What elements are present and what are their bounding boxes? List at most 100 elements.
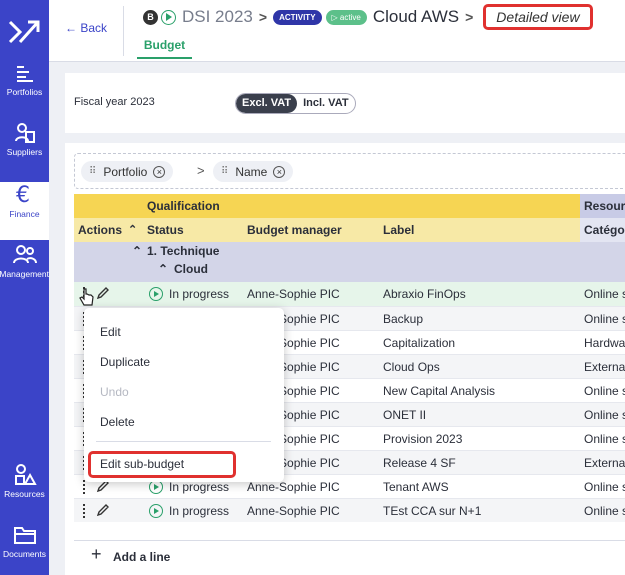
category-cell: Hardwa bbox=[584, 336, 625, 350]
category-cell: Externa bbox=[584, 456, 625, 470]
menu-item-delete[interactable]: Delete bbox=[100, 415, 135, 429]
breadcrumb-project[interactable]: DSI 2023 bbox=[182, 7, 253, 27]
label-cell[interactable]: New Capital Analysis bbox=[383, 379, 495, 403]
budget-manager-cell: Anne-Sophie PIC bbox=[247, 287, 340, 301]
resource-header: Resourc bbox=[580, 194, 625, 218]
excl-vat-option[interactable]: Excl. VAT bbox=[236, 94, 298, 113]
close-icon[interactable]: × bbox=[273, 165, 286, 178]
folder-icon bbox=[13, 527, 36, 544]
category-cell: Online s bbox=[584, 287, 625, 301]
label-cell[interactable]: Cloud Ops bbox=[383, 355, 440, 379]
status-cell: In progress bbox=[169, 287, 230, 301]
qualification-header: Qualification bbox=[147, 199, 220, 213]
group-chip-label: Name bbox=[235, 164, 268, 179]
table-row[interactable]: In progress Anne-Sophie PIC TEst CCA sur N… bbox=[74, 498, 625, 522]
vat-toggle: Excl. VAT Incl. VAT bbox=[235, 93, 356, 114]
svg-text:€: € bbox=[16, 183, 30, 206]
management-icon bbox=[12, 245, 37, 264]
table-group-header: Qualification Resourc bbox=[74, 194, 625, 218]
status-cell: In progress bbox=[169, 504, 230, 518]
group-chip-label: Portfolio bbox=[103, 164, 148, 179]
category-cell: Online s bbox=[584, 312, 625, 326]
hand-cursor-icon bbox=[79, 288, 94, 306]
label-cell[interactable]: Tenant AWS bbox=[383, 475, 449, 499]
add-line-button[interactable]: + Add a line bbox=[74, 540, 625, 570]
label-cell[interactable]: Capitalization bbox=[383, 331, 455, 355]
sidebar-item-label: Management bbox=[0, 269, 49, 279]
label-cell[interactable]: Release 4 SF bbox=[383, 451, 456, 475]
label-cell[interactable]: Backup bbox=[383, 307, 423, 331]
edit-pencil-icon[interactable] bbox=[96, 503, 110, 520]
label-cell[interactable]: ONET II bbox=[383, 403, 426, 427]
portfolio-icon bbox=[16, 66, 33, 82]
column-header-actions: Actions bbox=[78, 223, 123, 237]
column-header-category[interactable]: Catégor bbox=[580, 218, 625, 242]
table-row[interactable]: In progress Anne-Sophie PIC Abraxio FinOps… bbox=[74, 282, 625, 306]
row-context-menu: Edit Duplicate Undo Delete Edit sub-budg… bbox=[84, 308, 284, 482]
column-header-budget-manager[interactable]: Budget manager bbox=[247, 218, 342, 242]
category-cell: Online s bbox=[584, 504, 625, 518]
category-cell: Online s bbox=[584, 384, 625, 398]
chevron-right-icon: > bbox=[258, 9, 268, 25]
sidebar-item-label: Finance bbox=[9, 209, 40, 219]
incl-vat-option[interactable]: Incl. VAT bbox=[297, 94, 354, 113]
group-chip-name[interactable]: ⠿ Name × bbox=[213, 161, 294, 182]
group-chip-portfolio[interactable]: ⠿ Portfolio × bbox=[81, 161, 174, 182]
logo-icon bbox=[8, 20, 40, 44]
menu-item-duplicate[interactable]: Duplicate bbox=[100, 355, 150, 369]
play-icon bbox=[149, 504, 163, 518]
tab-budget[interactable]: Budget bbox=[137, 35, 192, 59]
menu-item-edit[interactable]: Edit bbox=[100, 325, 121, 339]
menu-item-undo: Undo bbox=[100, 385, 129, 399]
breadcrumb-item[interactable]: Cloud AWS bbox=[373, 7, 459, 27]
sidebar-item-resources[interactable]: Resources bbox=[0, 462, 49, 520]
play-icon bbox=[149, 287, 163, 301]
drag-handle-icon[interactable]: ⠿ bbox=[221, 166, 228, 177]
label-cell[interactable]: Provision 2023 bbox=[383, 427, 462, 451]
fiscal-bar: Fiscal year 2023 Excl. VAT Incl. VAT bbox=[65, 73, 625, 133]
sidebar-item-label: Documents bbox=[3, 549, 46, 559]
breadcrumb: B DSI 2023 > ACTIVITY ▷ active Cloud AWS… bbox=[143, 4, 593, 30]
close-icon[interactable]: × bbox=[153, 165, 166, 178]
add-line-label: Add a line bbox=[113, 550, 171, 564]
edit-pencil-icon[interactable] bbox=[96, 286, 110, 303]
chevron-up-icon[interactable]: ⌃ bbox=[132, 239, 142, 263]
suppliers-icon bbox=[14, 123, 35, 143]
sidebar-item-suppliers[interactable]: Suppliers bbox=[0, 122, 49, 180]
page-header: ← Back B DSI 2023 > ACTIVITY ▷ active Cl… bbox=[49, 0, 625, 62]
plus-icon: + bbox=[91, 544, 102, 564]
header-divider bbox=[123, 6, 124, 56]
menu-divider bbox=[96, 441, 271, 442]
fiscal-year-label: Fiscal year 2023 bbox=[74, 96, 155, 108]
sidebar-item-portfolios[interactable]: Portfolios bbox=[0, 62, 49, 120]
sidebar: Portfolios Suppliers € Finance Managemen… bbox=[0, 0, 49, 575]
drag-handle-icon[interactable]: ⠿ bbox=[89, 166, 96, 177]
category-cell: Online s bbox=[584, 408, 625, 422]
sidebar-item-documents[interactable]: Documents bbox=[0, 524, 49, 575]
breadcrumb-detailed-view: Detailed view bbox=[483, 4, 593, 30]
budget-type-badge: B bbox=[143, 9, 158, 25]
menu-item-edit-sub-budget[interactable]: Edit sub-budget bbox=[100, 457, 184, 471]
sidebar-item-label: Resources bbox=[4, 489, 45, 499]
chevron-right-icon: > bbox=[197, 163, 205, 178]
sidebar-item-finance[interactable]: € Finance bbox=[0, 182, 49, 240]
label-cell[interactable]: Abraxio FinOps bbox=[383, 282, 466, 306]
chevron-up-icon[interactable]: ⌃ bbox=[158, 257, 168, 281]
sidebar-item-management[interactable]: Management bbox=[0, 244, 49, 302]
more-actions-icon[interactable] bbox=[83, 480, 86, 494]
label-cell[interactable]: TEst CCA sur N+1 bbox=[383, 499, 481, 523]
resources-icon bbox=[14, 464, 37, 485]
category-cell: Online s bbox=[584, 480, 625, 494]
category-cell: Externa bbox=[584, 360, 625, 374]
play-icon bbox=[149, 480, 163, 494]
sidebar-item-label: Suppliers bbox=[6, 147, 43, 157]
more-actions-icon[interactable] bbox=[83, 504, 86, 518]
group-by-bar: ⠿ Portfolio × > ⠿ Name × bbox=[74, 153, 625, 189]
play-icon bbox=[161, 9, 176, 25]
group-row[interactable]: ⌃ 1. Technique ⌃ Cloud bbox=[74, 242, 625, 282]
euro-icon: € bbox=[16, 183, 30, 206]
column-header-label[interactable]: Label bbox=[383, 218, 414, 242]
budget-manager-cell: Anne-Sophie PIC bbox=[247, 504, 340, 518]
back-button[interactable]: ← Back bbox=[65, 21, 107, 35]
sidebar-item-label: Portfolios bbox=[6, 87, 43, 97]
